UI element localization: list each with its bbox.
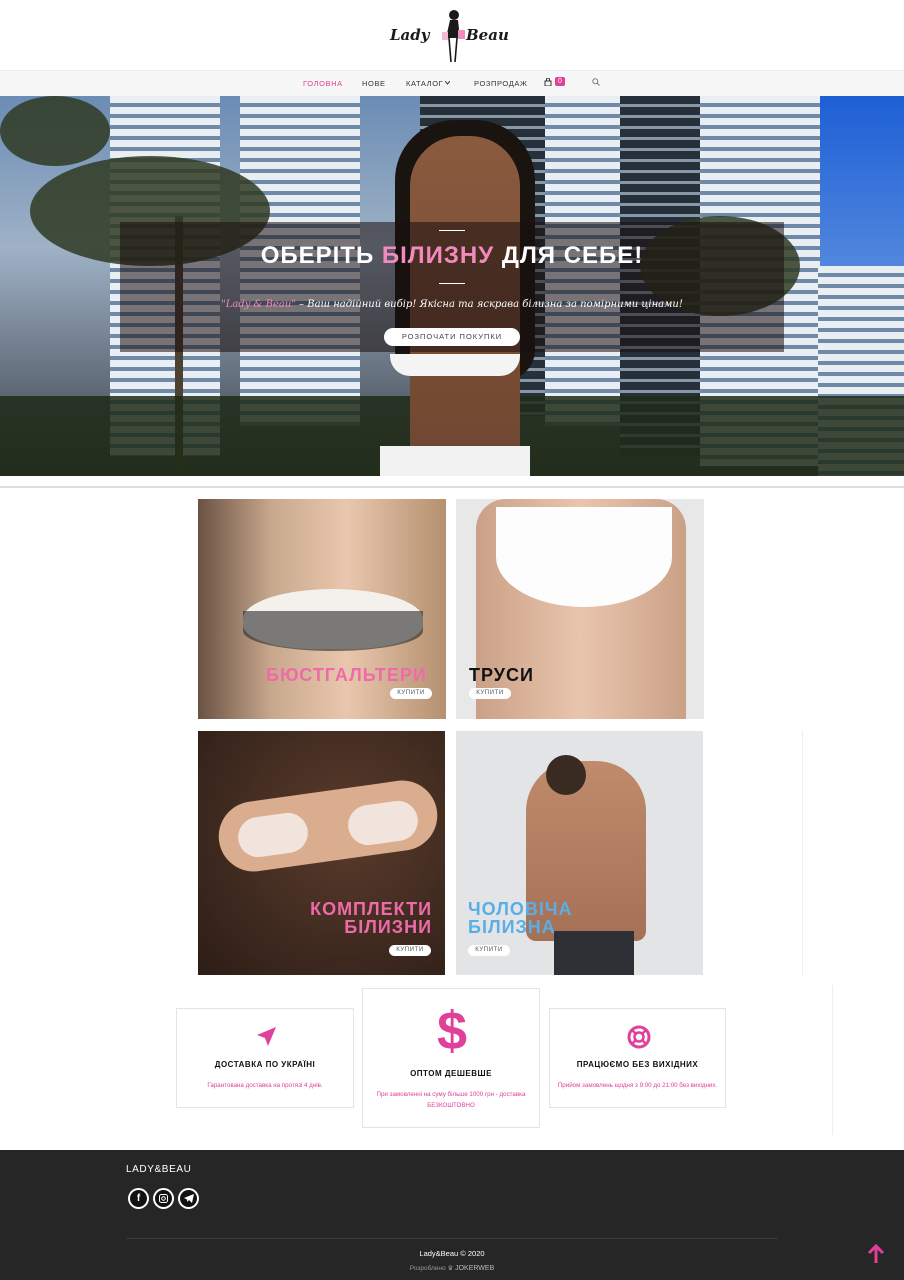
- footer-divider: [126, 1238, 778, 1239]
- hero-subtitle-text: – Ваш надійний вибір! Якісна та яскрава …: [295, 299, 683, 310]
- developer-credit: Розроблено ♛ JOKERWEB: [0, 1264, 904, 1272]
- site-logo[interactable]: Lady Beau: [386, 6, 518, 66]
- hero-model-top: [390, 354, 520, 376]
- hero-model-bottom: [380, 446, 530, 476]
- feature-no-weekends: ПРАЦЮЄМО БЕЗ ВИХІДНИХ Прийом замовлень щ…: [549, 1008, 726, 1108]
- facebook-icon: f: [130, 1190, 147, 1207]
- men-underwear-image: [554, 931, 634, 975]
- category-label: ТРУСИ: [469, 665, 534, 685]
- feature-wholesale: $ ОПТОМ ДЕШЕВШЕ При замовленні на суму б…: [362, 988, 540, 1128]
- buy-button[interactable]: КУПИТИ: [468, 945, 510, 956]
- panties-image: [496, 507, 672, 607]
- buy-button[interactable]: КУПИТИ: [469, 688, 511, 699]
- man-head-image: [546, 755, 586, 795]
- category-label-line2: БІЛИЗНИ: [344, 917, 432, 937]
- category-label-line1: ЧОЛОВІЧА: [468, 899, 573, 919]
- category-label-line2: БІЛИЗНА: [468, 917, 556, 937]
- feature-text: При замовленні на суму більше 1000 грн -…: [376, 1091, 526, 1109]
- crown-icon: ♛: [447, 1265, 454, 1272]
- category-label-line1: КОМПЛЕКТИ: [310, 899, 432, 919]
- feature-title: ОПТОМ ДЕШЕВШЕ: [410, 1069, 492, 1078]
- feature-delivery: ДОСТАВКА ПО УКРАЇНІ Гарантована доставка…: [176, 1008, 354, 1108]
- telegram-link[interactable]: [178, 1188, 199, 1209]
- telegram-icon: [180, 1190, 197, 1207]
- nav-sale[interactable]: РОЗПРОДАЖ: [474, 79, 528, 88]
- chevron-down-icon: [445, 81, 450, 85]
- category-card-men[interactable]: ЧОЛОВІЧА БІЛИЗНА КУПИТИ: [456, 731, 703, 975]
- main-nav: ГОЛОВНА НОВЕ КАТАЛОГ РОЗПРОДАЖ 0: [0, 70, 904, 96]
- hero-title-highlight: БІЛИЗНУ: [381, 242, 495, 269]
- hero-title: ОБЕРІТЬ БІЛИЗНУ ДЛЯ СЕБЕ!: [120, 242, 784, 270]
- dollar-icon: $: [437, 1003, 467, 1059]
- feature-title: ПРАЦЮЄМО БЕЗ ВИХІДНИХ: [576, 1060, 699, 1069]
- lifebuoy-icon: [627, 1025, 651, 1049]
- section-edge: [802, 730, 803, 975]
- logo-figure-icon: [442, 10, 465, 63]
- paper-plane-icon: [257, 1027, 276, 1046]
- cart-count-badge: 0: [555, 77, 565, 86]
- category-card-bras[interactable]: БЮСТГАЛЬТЕРИ КУПИТИ: [198, 499, 446, 719]
- buy-button[interactable]: КУПИТИ: [389, 945, 431, 956]
- footer-brand: LADY&BEAU: [126, 1164, 192, 1175]
- instagram-icon: [155, 1190, 172, 1207]
- footer: LADY&BEAU f Lady&Beau © 2020 Розроблено …: [0, 1150, 904, 1280]
- hero-divider-top: [439, 230, 465, 231]
- cart-button[interactable]: 0: [544, 77, 565, 86]
- arrow-up-icon[interactable]: [866, 1244, 886, 1264]
- hero-subtitle-brand: "Lady & Beau": [221, 299, 296, 310]
- feature-text: Гарантована доставка на протязі 4 днів.: [207, 1082, 323, 1089]
- category-card-panties[interactable]: ТРУСИ КУПИТИ: [456, 499, 704, 719]
- hero-banner: ОБЕРІТЬ БІЛИЗНУ ДЛЯ СЕБЕ! "Lady & Beau" …: [0, 96, 904, 476]
- palm-leaves: [0, 96, 110, 166]
- buy-button[interactable]: КУПИТИ: [390, 688, 432, 699]
- logo-text-left: Lady: [390, 26, 430, 44]
- nav-new[interactable]: НОВЕ: [362, 79, 386, 88]
- developer-name[interactable]: JOKERWEB: [455, 1265, 494, 1272]
- nav-catalog[interactable]: КАТАЛОГ: [406, 79, 443, 88]
- hero-divider-bottom: [439, 283, 465, 284]
- category-card-sets[interactable]: КОМПЛЕКТИ БІЛИЗНИ КУПИТИ: [198, 731, 445, 975]
- facebook-link[interactable]: f: [128, 1188, 149, 1209]
- header: Lady Beau: [0, 0, 904, 70]
- developer-label: Розроблено: [409, 1265, 446, 1272]
- nav-home[interactable]: ГОЛОВНА: [303, 79, 343, 88]
- hero-subtitle: "Lady & Beau" – Ваш надійний вибір! Якіс…: [120, 299, 784, 310]
- copyright: Lady&Beau © 2020: [419, 1249, 485, 1258]
- instagram-link[interactable]: [153, 1188, 174, 1209]
- start-shopping-button[interactable]: РОЗПОЧАТИ ПОКУПКИ: [384, 328, 520, 346]
- section-edge: [832, 985, 833, 1135]
- search-icon[interactable]: [592, 78, 600, 86]
- logo-text-right: Beau: [466, 26, 509, 44]
- hero-title-part2: ДЛЯ СЕБЕ!: [494, 242, 644, 269]
- hero-title-part1: ОБЕРІТЬ: [260, 242, 382, 269]
- bra-lace: [243, 611, 423, 651]
- bag-icon: [544, 77, 552, 86]
- category-label: БЮСТГАЛЬТЕРИ: [266, 665, 427, 685]
- feature-title: ДОСТАВКА ПО УКРАЇНІ: [214, 1060, 316, 1069]
- section-divider: [0, 486, 904, 488]
- feature-text: Прийом замовлень щодня з 9:00 до 21:00 б…: [557, 1082, 718, 1089]
- svg-text:$: $: [437, 1003, 467, 1059]
